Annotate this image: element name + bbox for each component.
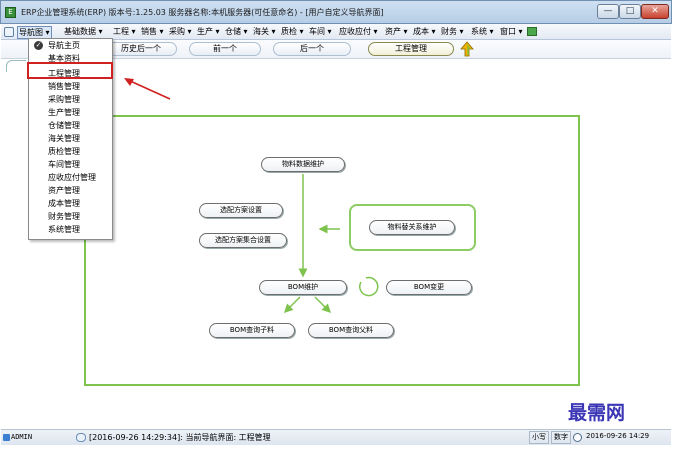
node-bom-change[interactable]: BOM变更: [386, 280, 472, 295]
application-window: E ERP企业管理系统(ERP) 版本号:1.25.03 服务器名称:本机服务器…: [0, 0, 672, 450]
status-message: [2016-09-26 14:29:34]: 当前导航界面: 工程管理: [89, 433, 271, 442]
arrow-bom-to-child: [283, 296, 301, 314]
dropdown-item-purchase[interactable]: 采购管理: [29, 93, 112, 106]
dropdown-item-assets[interactable]: 资产管理: [29, 184, 112, 197]
node-option-setup[interactable]: 选配方案设置: [199, 203, 283, 218]
dropdown-item-finance[interactable]: 财务管理: [29, 210, 112, 223]
annotation-arrow-line: [127, 79, 171, 100]
dropdown-item-sales[interactable]: 销售管理: [29, 80, 112, 93]
dropdown-item-quality[interactable]: 质检管理: [29, 145, 112, 158]
dropdown-item-nav-home[interactable]: ✓ 导航主页: [29, 39, 112, 52]
node-material-relation[interactable]: 物料替关系维护: [369, 220, 455, 235]
dropdown-item-receivable-payable[interactable]: 应收应付管理: [29, 171, 112, 184]
dropdown-item-cost[interactable]: 成本管理: [29, 197, 112, 210]
node-bom-query-child[interactable]: BOM查询子料: [209, 323, 295, 338]
caps-indicator: 小写: [529, 431, 549, 444]
dropdown-item-workshop[interactable]: 车间管理: [29, 158, 112, 171]
arrow-bom-to-parent: [314, 296, 332, 314]
status-user: ADMIN: [11, 433, 33, 441]
node-option-set-setup[interactable]: 选配方案集合设置: [199, 233, 287, 248]
status-bar: ADMIN [2016-09-26 14:29:34]: 当前导航界面: 工程管…: [1, 429, 671, 445]
status-datetime: 2016-09-26 14:29: [586, 432, 650, 440]
dropdown-item-production[interactable]: 生产管理: [29, 106, 112, 119]
checkmark-icon: ✓: [34, 41, 43, 50]
num-indicator: 数字: [551, 431, 571, 444]
clock-icon: [573, 433, 582, 442]
highlight-box: [27, 62, 113, 79]
node-bom-maintain[interactable]: BOM维护: [259, 280, 347, 295]
watermark: 最需网: [568, 402, 626, 424]
dropdown-item-customs[interactable]: 海关管理: [29, 132, 112, 145]
dropdown-item-system[interactable]: 系统管理: [29, 223, 112, 236]
user-icon: [3, 434, 10, 441]
message-icon: [76, 433, 86, 442]
node-bom-query-parent[interactable]: BOM查询父料: [308, 323, 394, 338]
bom-cycle-icon: [359, 276, 379, 297]
node-material-data[interactable]: 物料数据维护: [261, 157, 345, 172]
dropdown-item-warehouse[interactable]: 仓储管理: [29, 119, 112, 132]
